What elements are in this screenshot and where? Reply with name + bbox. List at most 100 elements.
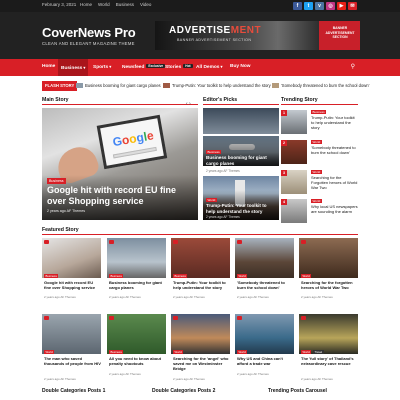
trending-item[interactable]: 1 Business Trump-Putin: Your toolkit to …	[281, 110, 358, 136]
category-badge[interactable]: Business	[47, 178, 66, 184]
editors-pick-card[interactable]: World Trump-Putin: Your toolkit to help …	[203, 176, 279, 220]
featured-meta: 2 years ago AF Themes	[301, 295, 333, 299]
featured-meta: 2 years ago AF Themes	[237, 295, 269, 299]
twitter-icon[interactable]: t	[304, 2, 313, 10]
featured-card[interactable]: Business Google hit with record EU fine …	[42, 238, 101, 300]
featured-title[interactable]: Business booming for giant cargo planes	[109, 280, 166, 290]
section-underline	[42, 234, 358, 235]
category-badge[interactable]: World	[173, 350, 184, 354]
current-date: February 3, 2021	[42, 2, 77, 7]
nav-stories[interactable]: Stories Hot	[165, 64, 193, 70]
main-story-card[interactable]: Google Business Google hit with record E…	[42, 108, 198, 220]
trending-item[interactable]: 3 World Searching for the Forgotten hero…	[281, 170, 358, 196]
category-badge[interactable]: World	[44, 350, 55, 354]
category-badge[interactable]: World	[301, 274, 312, 278]
featured-image	[235, 238, 294, 278]
featured-card[interactable]: World Searching for the forgotten heroes…	[299, 238, 358, 300]
flash-story-label: FLASH STORY	[42, 81, 78, 91]
category-badge[interactable]: Business	[206, 150, 222, 154]
featured-meta: 2 years ago AF Themes	[173, 295, 205, 299]
editors-pick-meta: 2 years ago AF Themes	[206, 215, 240, 219]
featured-card[interactable]: Business Trump-Putin: Your toolkit to he…	[171, 238, 230, 300]
top-nav-video[interactable]: Video	[140, 2, 151, 7]
featured-card[interactable]: World Searching for the 'angel' who save…	[171, 314, 230, 381]
camera-icon	[109, 240, 114, 244]
category-badge[interactable]: World	[237, 350, 248, 354]
instagram-icon[interactable]: ◎	[326, 2, 335, 10]
featured-card[interactable]: World Travel The 'full story' of Thailan…	[299, 314, 358, 381]
nav-all-demos[interactable]: All Demos▾	[196, 64, 222, 70]
trending-rank: 4	[281, 199, 287, 205]
featured-card[interactable]: Business All you need to know about pena…	[107, 314, 166, 376]
top-nav-business[interactable]: Business	[116, 2, 134, 7]
featured-title[interactable]: The 'full story' of Thailand's extraordi…	[301, 356, 358, 366]
ticker-item[interactable]: Trump-Putin: Your toolkit to help unders…	[163, 83, 271, 88]
editors-pick-card[interactable]: Business Business booming for giant carg…	[203, 136, 279, 166]
nav-newsfeed[interactable]: Newsfeed Exclusive	[122, 64, 166, 70]
trending-title[interactable]: 'Somebody threatened to burn the school …	[311, 145, 358, 155]
main-story-title[interactable]: Google hit with record EU fine over Shop…	[47, 185, 195, 207]
category-badge[interactable]: World	[311, 170, 322, 174]
top-nav-home[interactable]: Home	[80, 2, 92, 7]
featured-title[interactable]: Searching for the forgotten heroes of Wo…	[301, 280, 358, 290]
chevron-down-icon: ▾	[109, 64, 112, 69]
category-badge[interactable]: Business	[109, 350, 124, 354]
featured-title[interactable]: Trump-Putin: Your toolkit to help unders…	[173, 280, 230, 290]
google-logo: Google	[111, 128, 155, 150]
featured-image	[171, 238, 230, 278]
editors-pick-title[interactable]: Business booming for giant cargo planes	[206, 155, 276, 166]
category-badge[interactable]: Business	[44, 274, 59, 278]
trending-title[interactable]: Why local US newspapers are sounding the…	[311, 204, 358, 214]
ticker-item[interactable]: 'Somebody threatened to burn the school …	[272, 83, 369, 88]
header-advertisement[interactable]: ADVERTISEMENT BANNER ADVERTISEMENT SECTI…	[155, 21, 360, 50]
social-links: f t v ◎ ▶ ✉	[293, 2, 357, 10]
editors-pick-title[interactable]: Trump-Putin: Your toolkit to help unders…	[206, 203, 276, 214]
featured-image	[107, 238, 166, 278]
ticker-item[interactable]: Business booming for giant cargo planes	[76, 83, 161, 88]
camera-icon	[237, 316, 242, 320]
featured-title[interactable]: Searching for the 'angel' who saved me o…	[173, 356, 230, 371]
featured-title[interactable]: The man who saved thousands of people fr…	[44, 356, 101, 366]
category-badge[interactable]: World	[206, 198, 217, 202]
site-title[interactable]: CoverNews Pro	[42, 25, 136, 40]
nav-sports[interactable]: Sports▾	[93, 64, 111, 70]
nav-home[interactable]: Home	[42, 64, 55, 69]
category-badge[interactable]: Business	[311, 110, 327, 114]
featured-title[interactable]: All you need to know about penalty shoot…	[109, 356, 166, 366]
featured-card[interactable]: World 'Somebody threatened to burn the s…	[235, 238, 294, 300]
carousel-arrows[interactable]: ‹ ›	[186, 101, 191, 107]
featured-meta: 2 years ago AF Themes	[109, 295, 141, 299]
category-badge[interactable]: World	[311, 199, 322, 203]
featured-title[interactable]: Why US and China can't afford a trade wa…	[237, 356, 294, 366]
vk-icon[interactable]: v	[315, 2, 324, 10]
featured-title[interactable]: 'Somebody threatened to burn the school …	[237, 280, 294, 290]
youtube-icon[interactable]: ▶	[337, 2, 346, 10]
top-nav-world[interactable]: World	[98, 2, 110, 7]
category-badge[interactable]: World	[311, 140, 322, 144]
nav-business[interactable]: Business▾	[58, 59, 89, 76]
featured-card[interactable]: Business Business booming for giant carg…	[107, 238, 166, 300]
featured-image	[171, 314, 230, 354]
editors-pick-meta: 2 years ago AF Themes	[206, 169, 240, 173]
category-badge[interactable]: Business	[109, 274, 124, 278]
category-badge[interactable]: World	[301, 350, 312, 354]
editors-pick-card[interactable]	[203, 108, 279, 134]
trending-title[interactable]: Trump-Putin: Your toolkit to help unders…	[311, 115, 358, 130]
category-badge[interactable]: World	[237, 274, 248, 278]
nav-buy-now[interactable]: Buy Now	[230, 64, 251, 69]
trending-item[interactable]: 2 World 'Somebody threatened to burn the…	[281, 140, 358, 166]
ad-subtitle: BANNER ADVERTISEMENT SECTION	[177, 38, 252, 42]
double-categories-1-heading: Double Categories Posts 1	[42, 388, 106, 394]
category-badge[interactable]: Business	[173, 274, 188, 278]
mail-icon[interactable]: ✉	[348, 2, 357, 10]
trending-title[interactable]: Searching for the Forgotten heroes of Wo…	[311, 175, 358, 190]
featured-card[interactable]: World The man who saved thousands of peo…	[42, 314, 101, 381]
facebook-icon[interactable]: f	[293, 2, 302, 10]
category-badge[interactable]: Travel	[313, 350, 324, 354]
featured-title[interactable]: Google hit with record EU fine over Shop…	[44, 280, 101, 290]
featured-card[interactable]: World Why US and China can't afford a tr…	[235, 314, 294, 376]
main-story-heading: Main Story	[42, 97, 69, 103]
search-icon[interactable]: ⚲	[351, 63, 355, 70]
trending-item[interactable]: 4 World Why local US newspapers are soun…	[281, 199, 358, 225]
search-bar-shape	[112, 146, 157, 159]
